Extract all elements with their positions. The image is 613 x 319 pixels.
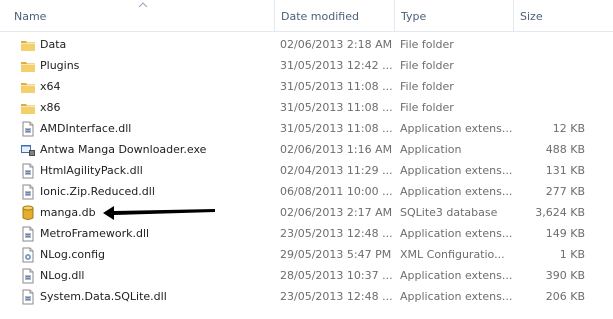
file-type: SQLite3 database — [400, 206, 498, 219]
file-date-modified: 02/06/2013 1:16 AM — [280, 143, 393, 156]
file-name[interactable]: MetroFramework.dll — [40, 223, 149, 244]
file-name[interactable]: manga.db — [40, 202, 96, 223]
file-type: XML Configuratio... — [400, 248, 505, 261]
file-row[interactable]: NLog.dll 28/05/2013 10:37 ... Application … — [0, 265, 613, 286]
file-name[interactable]: System.Data.SQLite.dll — [40, 286, 167, 307]
file-type: Application extens... — [400, 290, 513, 303]
file-size: 149 KB — [545, 227, 585, 240]
file-row[interactable]: Data 02/06/2013 2:18 AM File folder — [0, 34, 613, 55]
file-date-modified: 02/06/2013 2:18 AM — [280, 38, 393, 51]
file-name[interactable]: Plugins — [40, 55, 79, 76]
file-size: 1 KB — [559, 248, 585, 261]
file-row[interactable]: MetroFramework.dll 23/05/2013 12:48 ... Ap… — [0, 223, 613, 244]
file-type: File folder — [400, 80, 454, 93]
file-name[interactable]: NLog.dll — [40, 265, 84, 286]
file-type: File folder — [400, 59, 454, 72]
folder-icon — [20, 100, 36, 116]
file-date-modified: 23/05/2013 12:48 ... — [280, 290, 393, 303]
dll-icon — [20, 289, 36, 305]
dll-icon — [20, 268, 36, 284]
file-name[interactable]: Antwa Manga Downloader.exe — [40, 139, 206, 160]
dll-icon — [20, 121, 36, 137]
file-row[interactable]: manga.db 02/06/2013 2:17 AM SQLite3 databa… — [0, 202, 613, 223]
file-date-modified: 28/05/2013 10:37 ... — [280, 269, 393, 282]
file-name[interactable]: Data — [40, 34, 66, 55]
dll-icon — [20, 226, 36, 242]
folder-icon — [20, 58, 36, 74]
dll-icon — [20, 163, 36, 179]
file-row[interactable]: x64 31/05/2013 11:08 ... File folder — [0, 76, 613, 97]
annotation-arrow — [103, 206, 215, 220]
file-size: 131 KB — [545, 164, 585, 177]
file-size — [513, 76, 585, 97]
file-date-modified: 29/05/2013 5:47 PM — [280, 248, 392, 261]
config-icon — [20, 247, 36, 263]
file-type: Application extens... — [400, 122, 513, 135]
file-row[interactable]: AMDInterface.dll 31/05/2013 11:08 ... Appl… — [0, 118, 613, 139]
file-row[interactable]: HtmlAgilityPack.dll 02/04/2013 11:29 ... A… — [0, 160, 613, 181]
file-name[interactable]: Ionic.Zip.Reduced.dll — [40, 181, 155, 202]
file-row[interactable]: x86 31/05/2013 11:08 ... File folder — [0, 97, 613, 118]
file-type: File folder — [400, 101, 454, 114]
file-date-modified: 31/05/2013 11:08 ... — [280, 122, 393, 135]
file-name[interactable]: x64 — [40, 76, 61, 97]
file-size: 3,624 KB — [535, 206, 585, 219]
file-row[interactable]: Plugins 31/05/2013 12:42 ... File folder — [0, 55, 613, 76]
file-row[interactable]: Ionic.Zip.Reduced.dll 06/08/2011 10:00 ..… — [0, 181, 613, 202]
file-type: Application extens... — [400, 185, 513, 198]
folder-icon — [20, 79, 36, 95]
folder-icon — [20, 37, 36, 53]
file-size: 488 KB — [545, 143, 585, 156]
file-date-modified: 02/04/2013 11:29 ... — [280, 164, 393, 177]
file-date-modified: 02/06/2013 2:17 AM — [280, 206, 393, 219]
file-name[interactable]: AMDInterface.dll — [40, 118, 131, 139]
database-icon — [20, 205, 36, 221]
file-size: 206 KB — [545, 290, 585, 303]
file-list: Data 02/06/2013 2:18 AM File folder Plugins… — [0, 34, 613, 307]
column-header-bar: Name Date modified Type Size — [0, 0, 613, 32]
file-type: Application extens... — [400, 269, 513, 282]
file-size — [513, 55, 585, 76]
file-date-modified: 23/05/2013 12:48 ... — [280, 227, 393, 240]
exe-icon — [20, 142, 36, 158]
file-row[interactable]: NLog.config 29/05/2013 5:47 PM XML Configu… — [0, 244, 613, 265]
file-name[interactable]: NLog.config — [40, 244, 105, 265]
column-header-size[interactable]: Size — [513, 0, 613, 31]
file-type: Application extens... — [400, 227, 513, 240]
file-type: Application — [400, 143, 462, 156]
file-type: File folder — [400, 38, 454, 51]
file-row[interactable]: System.Data.SQLite.dll 23/05/2013 12:48 .… — [0, 286, 613, 307]
file-size: 390 KB — [545, 269, 585, 282]
file-size — [513, 97, 585, 118]
file-size: 12 KB — [552, 122, 585, 135]
file-name[interactable]: x86 — [40, 97, 61, 118]
file-date-modified: 31/05/2013 12:42 ... — [280, 59, 393, 72]
sort-ascending-icon — [139, 2, 147, 8]
file-row[interactable]: Antwa Manga Downloader.exe 02/06/2013 1:1… — [0, 139, 613, 160]
column-header-name[interactable]: Name — [0, 0, 273, 31]
column-header-type[interactable]: Type — [394, 0, 512, 31]
file-date-modified: 31/05/2013 11:08 ... — [280, 80, 393, 93]
file-size — [513, 34, 585, 55]
file-date-modified: 31/05/2013 11:08 ... — [280, 101, 393, 114]
file-size: 277 KB — [545, 185, 585, 198]
file-type: Application extens... — [400, 164, 513, 177]
column-header-date-modified[interactable]: Date modified — [274, 0, 393, 31]
file-name[interactable]: HtmlAgilityPack.dll — [40, 160, 143, 181]
dll-icon — [20, 184, 36, 200]
file-date-modified: 06/08/2011 10:00 ... — [280, 185, 393, 198]
